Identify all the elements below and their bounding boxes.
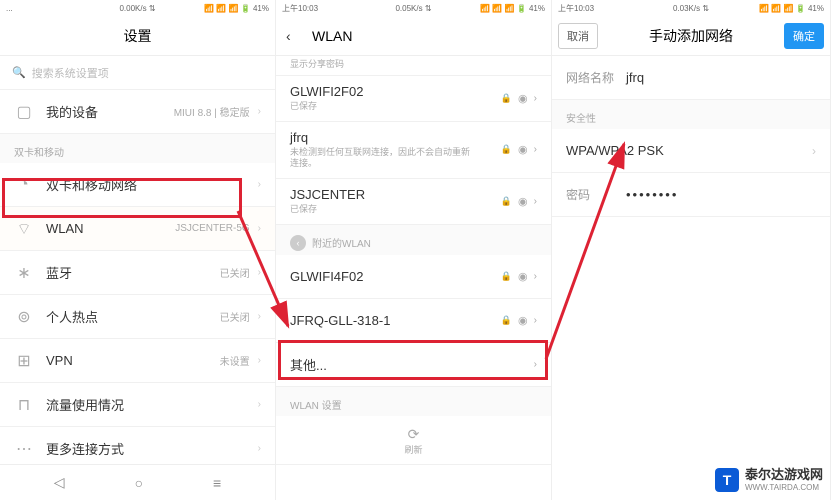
annotation-arrows (0, 0, 831, 500)
watermark-badge-icon: T (715, 468, 739, 492)
watermark: T 泰尔达游戏网 WWW.TAIRDA.COM (715, 468, 823, 492)
